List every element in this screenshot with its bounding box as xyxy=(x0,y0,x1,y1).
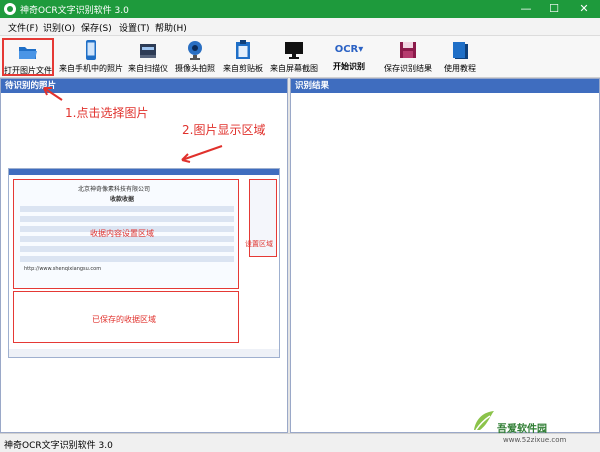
preview-list-label: 已保存的收据区域 xyxy=(92,315,156,324)
preview-statusbar xyxy=(9,349,279,357)
preview-side-label: 设置区域 xyxy=(245,240,273,248)
preview-image: 北京神奇像素科技有限公司 收款收据 http://www.shenqixiang… xyxy=(8,168,280,358)
annotation-step1: 1.点击选择图片 xyxy=(65,106,149,120)
preview-content-label: 收据内容设置区域 xyxy=(90,229,154,238)
preview-row xyxy=(20,216,234,222)
preview-doc-title: 收款收据 xyxy=(110,196,135,203)
preview-row xyxy=(20,256,234,262)
preview-row xyxy=(20,246,234,252)
watermark-logo-icon xyxy=(474,411,494,431)
watermark-url: www.52zixue.com xyxy=(503,436,567,444)
preview-row xyxy=(20,206,234,212)
watermark-site-name: 吾爱软件园 xyxy=(497,424,547,435)
annotation-step2: 2.图片显示区域 xyxy=(182,123,266,137)
preview-company: 北京神奇像素科技有限公司 xyxy=(78,186,151,193)
status-text: 神奇OCR文字识别软件 3.0 xyxy=(4,441,113,451)
preview-content-area: 北京神奇像素科技有限公司 收款收据 http://www.shenqixiang… xyxy=(13,179,239,289)
preview-list-area: 已保存的收据区域 xyxy=(13,291,239,343)
preview-titlebar xyxy=(9,169,279,175)
preview-url: http://www.shenqixiangsu.com xyxy=(24,266,102,272)
